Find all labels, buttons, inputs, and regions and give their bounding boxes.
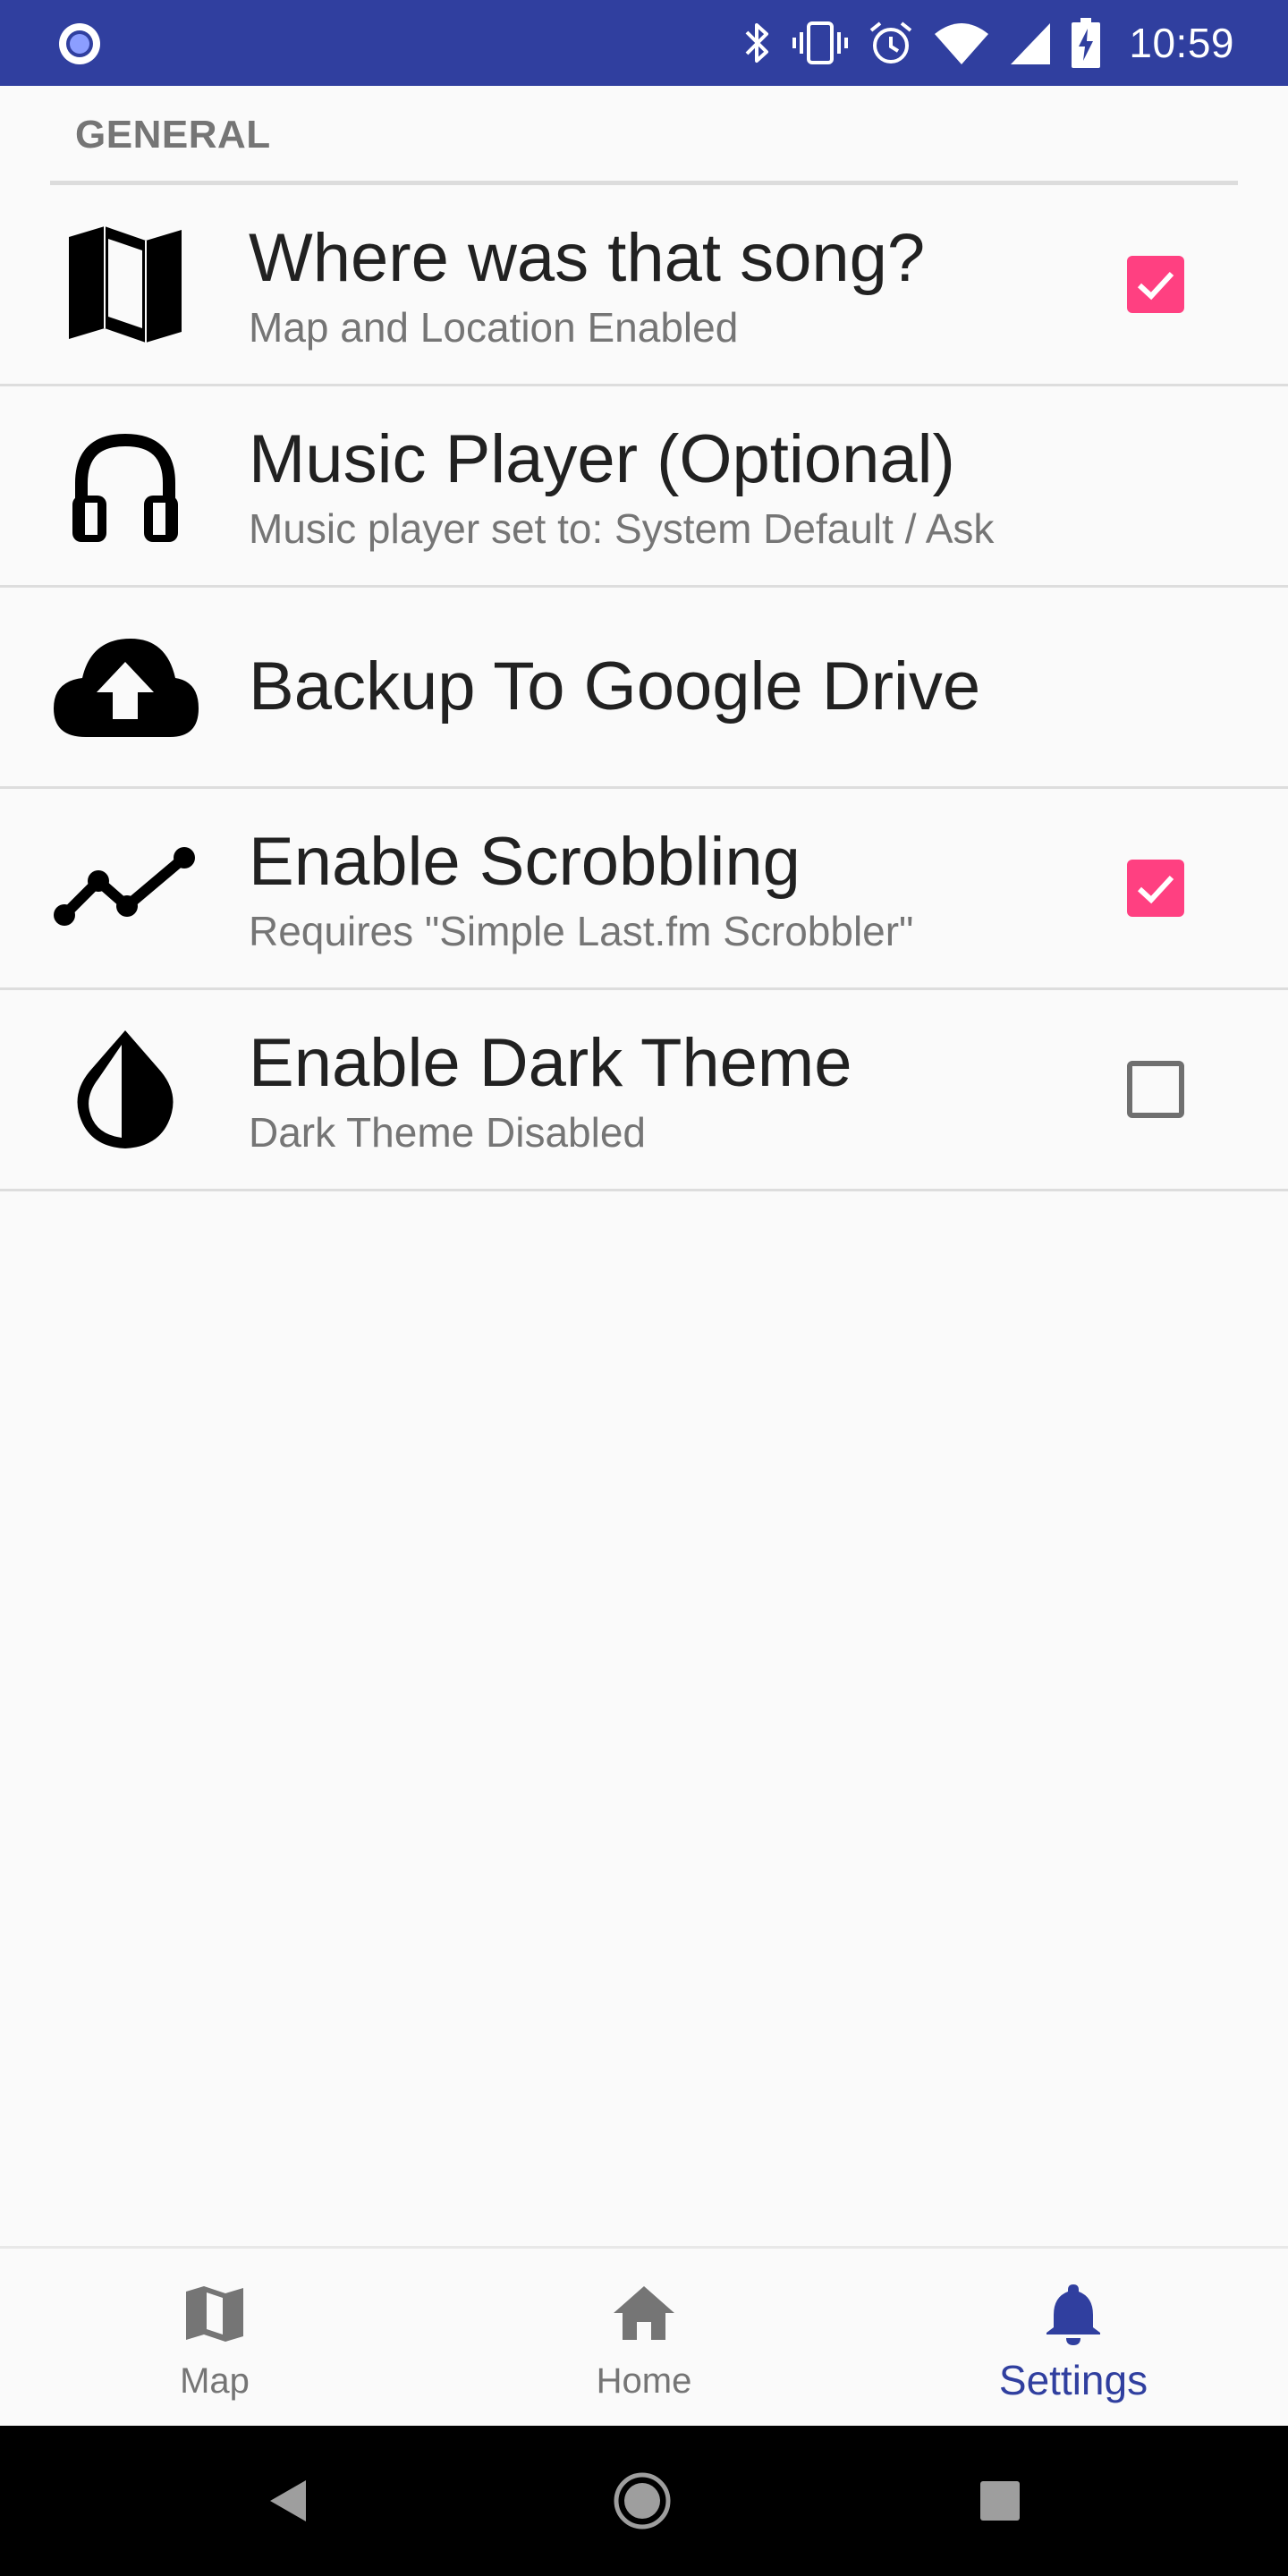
preference-text: Music Player (Optional) Music player set…: [249, 418, 1091, 554]
preference-summary: Map and Location Enabled: [249, 304, 739, 351]
preference-scrobbling[interactable]: Enable Scrobbling Requires "Simple Last.…: [0, 789, 1288, 990]
nav-label: Map: [180, 2361, 250, 2401]
preference-music-player[interactable]: Music Player (Optional) Music player set…: [0, 386, 1288, 588]
headphones-icon: [50, 423, 200, 548]
preference-summary: Dark Theme Disabled: [249, 1109, 647, 1156]
map-icon: [50, 222, 200, 347]
home-circle-icon[interactable]: [613, 2471, 672, 2530]
preference-title: Backup To Google Drive: [249, 648, 981, 724]
preference-text: Enable Dark Theme Dark Theme Disabled: [249, 1021, 1091, 1157]
status-icons: 10:59: [742, 0, 1234, 86]
preference-title: Music Player (Optional): [249, 421, 955, 497]
preference-backup-google-drive[interactable]: Backup To Google Drive: [0, 588, 1288, 789]
vibrate-icon: [792, 21, 849, 64]
preference-title: Enable Dark Theme: [249, 1025, 852, 1101]
alarm-icon: [870, 21, 912, 64]
nav-item-home[interactable]: Home: [510, 2249, 778, 2426]
preference-title: Where was that song?: [249, 220, 926, 296]
cloud-upload-icon: [50, 624, 200, 750]
map-location-checkbox[interactable]: [1127, 256, 1184, 313]
system-navigation-bar: [0, 2426, 1288, 2576]
preference-dark-theme[interactable]: Enable Dark Theme Dark Theme Disabled: [0, 990, 1288, 1191]
scrobbling-checkbox[interactable]: [1127, 860, 1184, 917]
home-icon: [614, 2286, 674, 2340]
signal-icon: [1011, 23, 1051, 64]
section-header-general: GENERAL: [75, 113, 271, 157]
back-icon[interactable]: [268, 2479, 308, 2523]
scrobble-line-icon: [50, 826, 200, 951]
nav-label: Settings: [998, 2357, 1148, 2403]
preference-text: Enable Scrobbling Requires "Simple Last.…: [249, 820, 1091, 956]
preference-list: Where was that song? Map and Location En…: [0, 185, 1288, 1191]
preference-text: Where was that song? Map and Location En…: [249, 216, 1091, 352]
invert-colors-icon: [50, 1027, 200, 1152]
nav-item-settings[interactable]: Settings: [939, 2249, 1208, 2426]
preference-map-location[interactable]: Where was that song? Map and Location En…: [0, 185, 1288, 386]
dark-theme-checkbox[interactable]: [1127, 1061, 1184, 1118]
battery-charging-icon: [1072, 18, 1101, 68]
preference-summary: Requires "Simple Last.fm Scrobbler": [249, 908, 914, 954]
preference-summary: Music player set to: System Default / As…: [249, 505, 995, 552]
nav-label: Home: [596, 2361, 692, 2401]
status-bar: 10:59: [0, 0, 1288, 86]
preference-title: Enable Scrobbling: [249, 824, 801, 900]
bottom-navigation: Map Home Settings: [0, 2246, 1288, 2426]
recents-icon[interactable]: [980, 2481, 1020, 2521]
bell-icon: [1046, 2284, 1100, 2345]
bluetooth-icon: [745, 23, 769, 63]
settings-screen: 10:59 GENERAL Where was that song? Map a…: [0, 0, 1288, 2576]
wifi-icon: [935, 23, 989, 64]
nav-item-map[interactable]: Map: [80, 2249, 349, 2426]
status-time: 10:59: [1129, 20, 1234, 66]
app-notification-icon: [59, 23, 100, 64]
map-icon: [186, 2286, 243, 2342]
preference-text: Backup To Google Drive: [249, 645, 1091, 729]
